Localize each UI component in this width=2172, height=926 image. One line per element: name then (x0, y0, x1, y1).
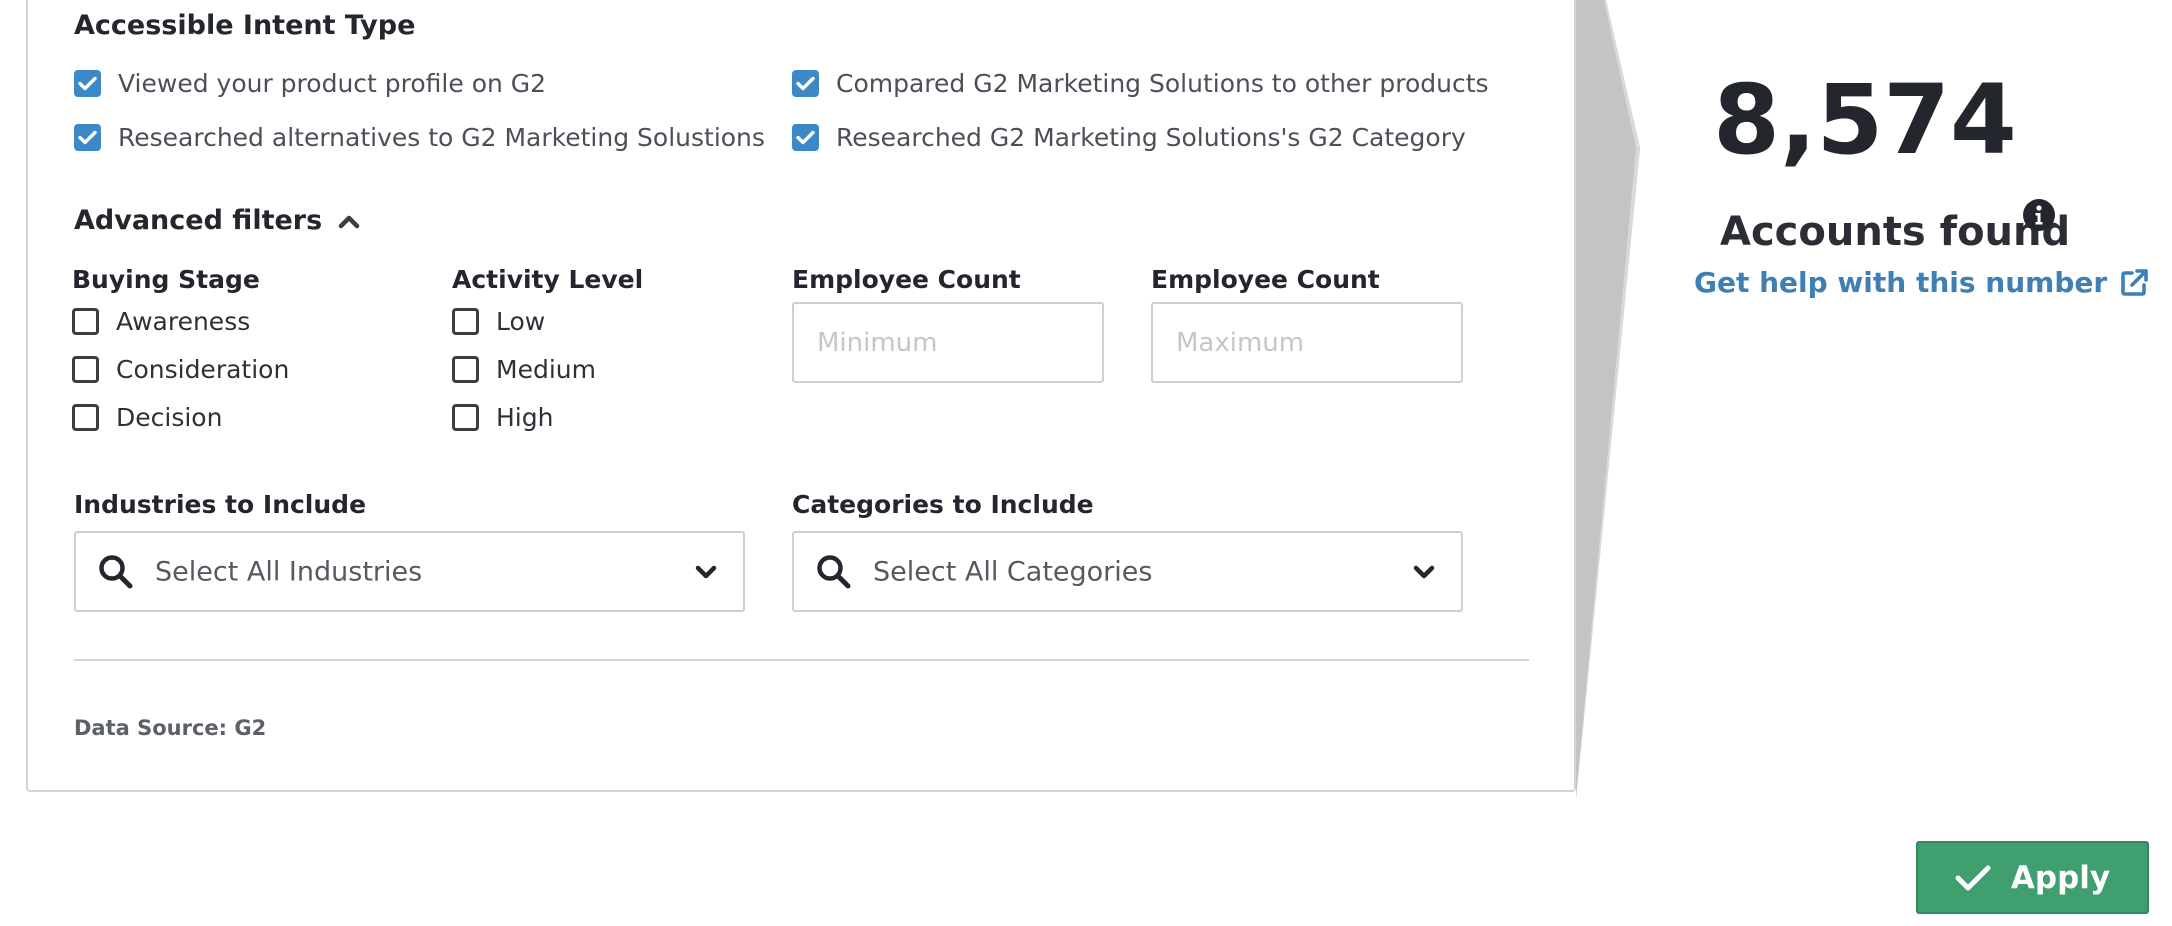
industries-label: Industries to Include (74, 490, 367, 519)
activity-level-label: Medium (496, 355, 596, 384)
intent-option-researched-category[interactable]: Researched G2 Marketing Solutions's G2 C… (792, 123, 1466, 152)
external-link-icon (2121, 269, 2148, 296)
search-icon (817, 554, 851, 588)
checkbox-unchecked-icon[interactable] (72, 308, 99, 335)
checkbox-unchecked-icon[interactable] (452, 404, 479, 431)
checkbox-unchecked-icon[interactable] (452, 356, 479, 383)
industries-select[interactable]: Select All Industries (74, 531, 745, 612)
categories-select[interactable]: Select All Categories (792, 531, 1463, 612)
help-number-link-label: Get help with this number (1694, 266, 2108, 299)
employee-count-min-label: Employee Count (792, 265, 1021, 294)
employee-count-max-input[interactable]: Maximum (1151, 302, 1463, 383)
advanced-filters-toggle[interactable]: Advanced filters (74, 207, 360, 234)
activity-level-high[interactable]: High (452, 403, 553, 432)
checkmark-icon (1955, 865, 1991, 890)
buying-stage-awareness[interactable]: Awareness (72, 307, 250, 336)
employee-count-min-placeholder: Minimum (817, 327, 938, 358)
intent-option-researched-alternatives[interactable]: Researched alternatives to G2 Marketing … (74, 123, 765, 152)
buying-stage-consideration[interactable]: Consideration (72, 355, 289, 384)
employee-count-max-label: Employee Count (1151, 265, 1380, 294)
checkbox-checked-icon[interactable] (792, 124, 819, 151)
checkbox-unchecked-icon[interactable] (72, 404, 99, 431)
help-number-link[interactable]: Get help with this number (1694, 268, 2149, 298)
apply-button[interactable]: Apply (1916, 841, 2149, 914)
checkbox-checked-icon[interactable] (74, 70, 101, 97)
employee-count-max-placeholder: Maximum (1176, 327, 1305, 358)
intent-option-label: Viewed your product profile on G2 (118, 69, 547, 98)
buying-stage-decision[interactable]: Decision (72, 403, 222, 432)
intent-option-compared[interactable]: Compared G2 Marketing Solutions to other… (792, 69, 1489, 98)
activity-level-label: Low (496, 307, 546, 336)
intent-type-title: Accessible Intent Type (74, 10, 416, 41)
checkbox-unchecked-icon[interactable] (452, 308, 479, 335)
search-icon (99, 554, 133, 588)
filters-panel (26, 0, 1576, 792)
activity-level-low[interactable]: Low (452, 307, 545, 336)
chevron-up-icon (338, 215, 360, 228)
chevron-down-icon (695, 565, 717, 578)
categories-placeholder: Select All Categories (873, 556, 1153, 587)
checkbox-checked-icon[interactable] (74, 124, 101, 151)
apply-button-label: Apply (2010, 859, 2111, 896)
activity-level-medium[interactable]: Medium (452, 355, 596, 384)
activity-level-label: High (496, 403, 554, 432)
employee-count-min-input[interactable]: Minimum (792, 302, 1104, 383)
buying-stage-label: Decision (116, 403, 223, 432)
intent-option-label: Researched G2 Marketing Solutions's G2 C… (836, 123, 1466, 152)
panel-connector (1576, 0, 1640, 800)
buying-stage-label: Consideration (116, 355, 290, 384)
categories-label: Categories to Include (792, 490, 1094, 519)
checkbox-checked-icon[interactable] (792, 70, 819, 97)
buying-stage-title: Buying Stage (72, 265, 260, 294)
panel-divider (74, 659, 1529, 661)
intent-option-viewed-profile[interactable]: Viewed your product profile on G2 (74, 69, 546, 98)
checkbox-unchecked-icon[interactable] (72, 356, 99, 383)
chevron-down-icon (1413, 565, 1435, 578)
intent-option-label: Researched alternatives to G2 Marketing … (118, 123, 765, 152)
data-source-label: Data Source: G2 (74, 716, 267, 740)
buying-stage-label: Awareness (116, 307, 251, 336)
intent-option-label: Compared G2 Marketing Solutions to other… (836, 69, 1489, 98)
industries-placeholder: Select All Industries (155, 556, 423, 587)
accounts-count: 8,574 (1713, 64, 2017, 176)
accounts-found-label: Accounts found (1720, 209, 2071, 255)
info-icon[interactable] (2022, 198, 2056, 232)
activity-level-title: Activity Level (452, 265, 644, 294)
advanced-filters-title: Advanced filters (74, 205, 323, 236)
